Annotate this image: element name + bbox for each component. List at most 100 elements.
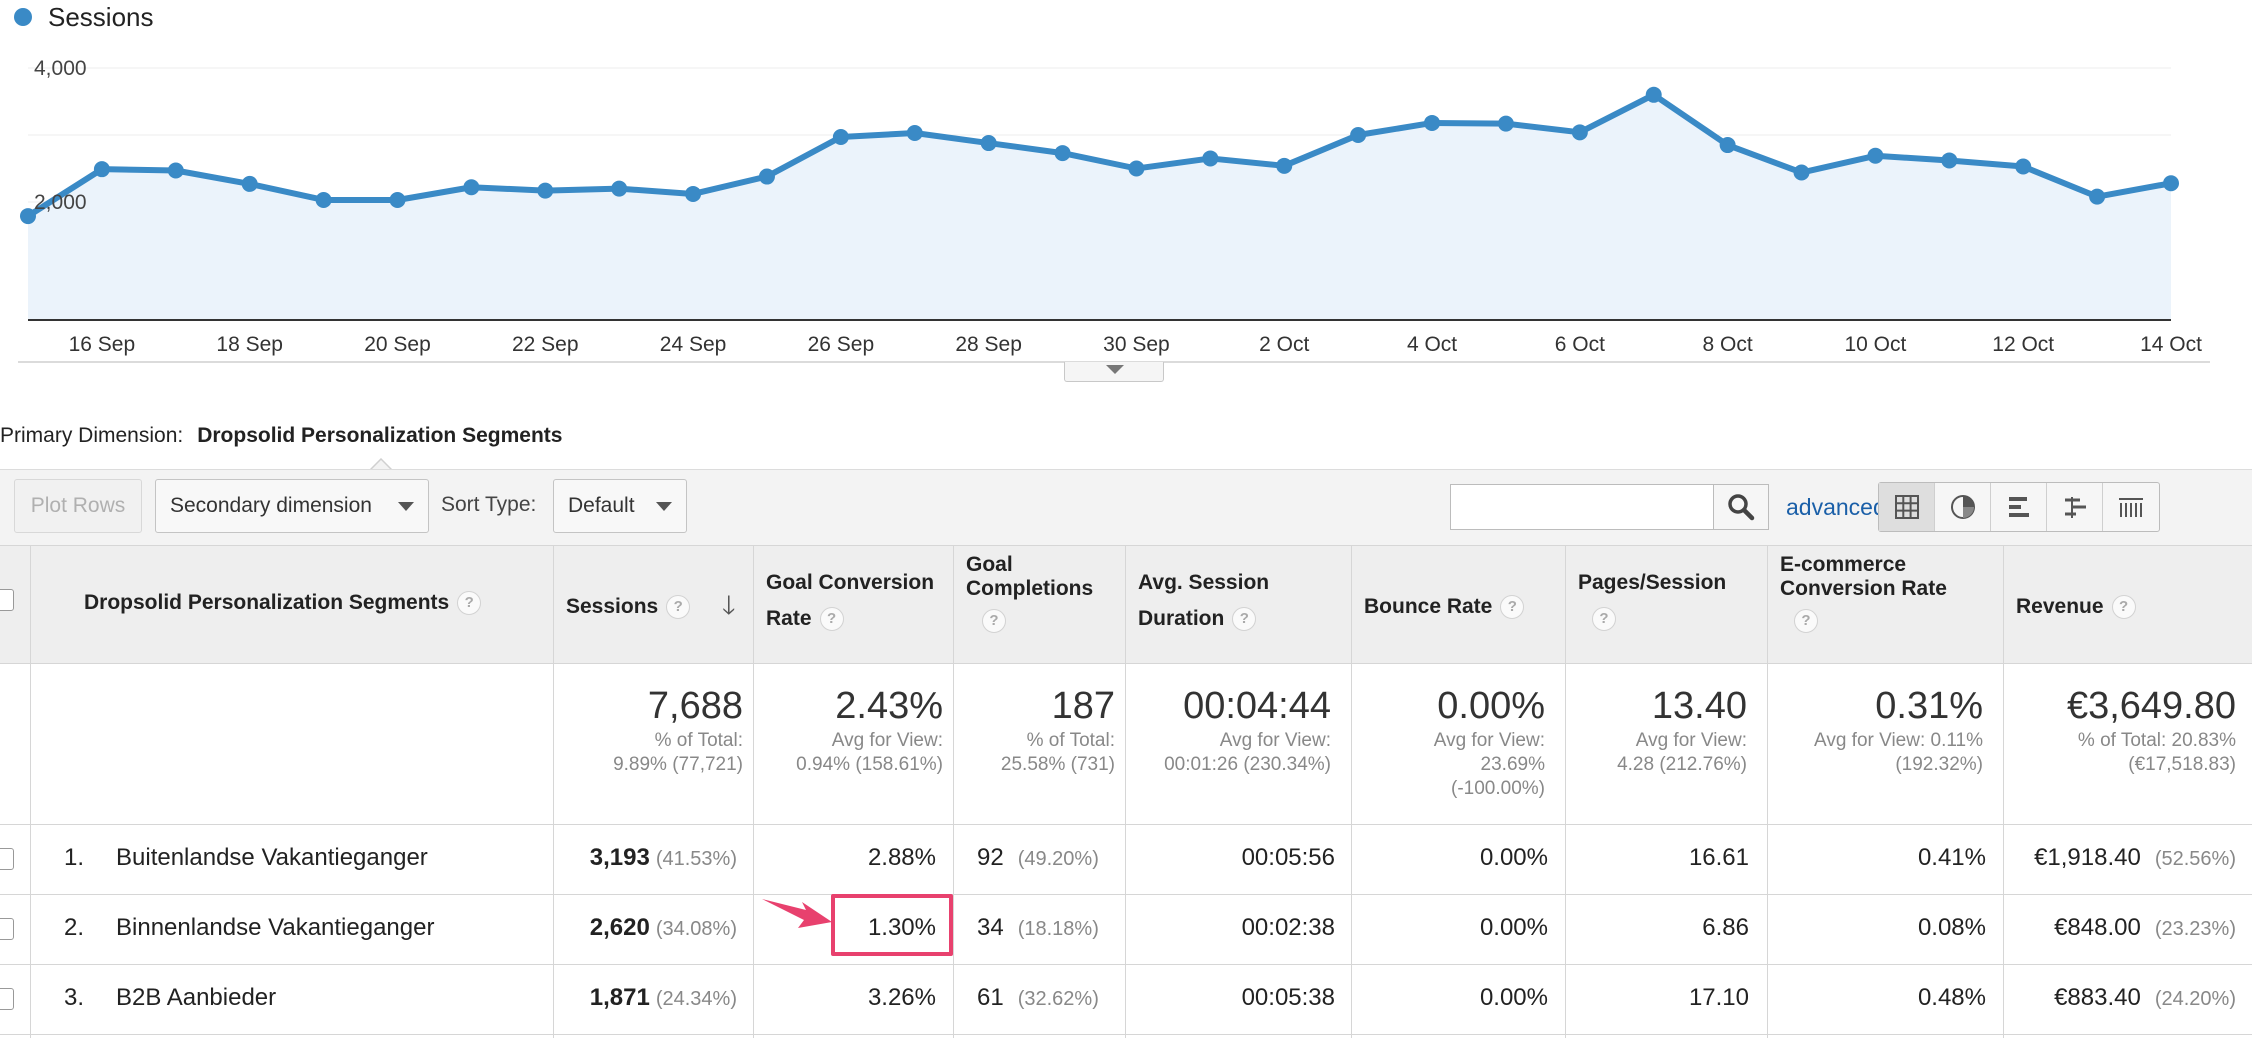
row-goal-completions: 92 (49.20%): [953, 844, 1109, 872]
sessions-line-chart[interactable]: 4,000 2,000 16 Sep 18 Sep 20 Sep 22 Sep 24 Sep…: [0, 0, 2252, 370]
cell-value: €1,918.40: [2034, 844, 2141, 871]
help-icon[interactable]: ?: [2111, 595, 2136, 620]
header-label: Dropsolid Personalization Segments: [84, 591, 450, 614]
primary-dimension-value[interactable]: Dropsolid Personalization Segments: [197, 424, 562, 447]
view-performance-button[interactable]: [1991, 483, 2047, 531]
total-pages-session: 13.40 Avg for View: 4.28 (212.76%): [1565, 683, 1747, 777]
data-point: [832, 129, 849, 146]
header-label: Avg. Session: [1138, 571, 1270, 594]
header-label: Revenue: [2016, 595, 2104, 618]
column-header-goal-conversion-rate[interactable]: Goal Conversion Rate?: [766, 565, 934, 637]
help-icon[interactable]: ?: [1592, 607, 1616, 632]
total-caption: 00:01:26 (230.34%): [1164, 754, 1331, 775]
total-value: 00:04:44: [1183, 685, 1331, 727]
sort-descending-icon[interactable]: 🡓: [722, 587, 736, 631]
data-point: [315, 191, 332, 208]
help-icon[interactable]: ?: [1232, 607, 1257, 632]
total-value: €3,649.80: [2066, 685, 2236, 727]
row-checkbox[interactable]: [0, 988, 14, 1010]
row-segment-name[interactable]: Binnenlandse Vakantieganger: [116, 914, 434, 942]
row-pages-session: 6.86: [1702, 914, 1749, 941]
search-button[interactable]: [1713, 484, 1769, 530]
primary-dimension-label: Primary Dimension:: [0, 424, 184, 447]
x-tick-label: 2 Oct: [1259, 333, 1309, 356]
total-caption: 25.58% (731): [1000, 754, 1115, 775]
row-checkbox[interactable]: [0, 918, 14, 940]
data-point: [980, 135, 997, 152]
total-caption: 23.69%: [1480, 754, 1545, 775]
help-icon[interactable]: ?: [982, 609, 1006, 633]
divider: [753, 545, 754, 1038]
x-tick-label: 14 Oct: [2140, 333, 2202, 356]
cell-percent: (23.23%): [2154, 918, 2236, 940]
cell-percent: (24.34%): [655, 988, 737, 1010]
column-header-sessions[interactable]: Sessions?: [566, 589, 691, 625]
row-checkbox[interactable]: [0, 848, 14, 870]
column-header-ecommerce-conversion-rate[interactable]: E-commerce Conversion Rate ?: [1780, 553, 1947, 633]
plot-rows-button[interactable]: Plot Rows: [14, 479, 142, 533]
table-search-input[interactable]: [1450, 484, 1714, 530]
x-tick-label: 8 Oct: [1703, 333, 1753, 356]
row-goal-completions: 34 (18.18%): [953, 914, 1109, 942]
data-point: [537, 182, 554, 199]
data-point: [1645, 86, 1662, 103]
plot-rows-label: Plot Rows: [30, 494, 126, 517]
divider: [1767, 545, 1768, 1038]
x-tick-label: 22 Sep: [512, 333, 579, 356]
total-value: 0.00%: [1437, 685, 1545, 727]
help-icon[interactable]: ?: [1500, 595, 1525, 620]
row-revenue: €1,918.40 (52.56%): [2003, 844, 2236, 872]
row-pages-session: 16.61: [1688, 844, 1749, 871]
x-tick-label: 20 Sep: [364, 333, 431, 356]
chevron-down-icon: [656, 501, 672, 511]
x-tick-label: 26 Sep: [808, 333, 875, 356]
total-value: 2.43%: [835, 685, 943, 727]
cell-value: 92: [977, 844, 1004, 871]
divider: [0, 663, 2252, 664]
advanced-filter-link[interactable]: advanced: [1786, 494, 1886, 521]
data-point: [685, 185, 702, 202]
view-pie-chart-button[interactable]: [1935, 483, 1991, 531]
row-segment-name[interactable]: Buitenlandse Vakantieganger: [116, 844, 428, 872]
total-caption: (€17,518.83): [2128, 754, 2236, 775]
total-value: 0.31%: [1875, 685, 1983, 727]
total-caption: Avg for View:: [1219, 730, 1331, 751]
cell-percent: (18.18%): [1017, 918, 1099, 940]
help-icon[interactable]: ?: [457, 591, 482, 616]
view-pivot-button[interactable]: [2103, 483, 2159, 531]
view-comparison-button[interactable]: [2047, 483, 2103, 531]
help-icon[interactable]: ?: [1794, 609, 1818, 633]
column-header-revenue[interactable]: Revenue?: [2016, 589, 2136, 625]
sort-type-dropdown[interactable]: Default: [553, 479, 687, 533]
column-header-bounce-rate[interactable]: Bounce Rate?: [1364, 589, 1525, 625]
divider: [1565, 545, 1566, 1038]
row-index: 3.: [64, 984, 85, 1011]
row-sessions: 3,193 (41.53%): [553, 844, 737, 872]
chart-collapse-toggle[interactable]: [1064, 362, 1164, 382]
select-all-checkbox[interactable]: [0, 589, 14, 611]
column-header-avg-session-duration[interactable]: Avg. Session Duration?: [1138, 565, 1269, 637]
data-point: [93, 161, 110, 178]
total-caption: % of Total:: [1026, 730, 1115, 751]
total-caption: (192.32%): [1895, 754, 1983, 775]
secondary-dimension-dropdown[interactable]: Secondary dimension: [155, 479, 429, 533]
cell-percent: (34.08%): [655, 918, 737, 940]
header-label: Rate: [766, 607, 812, 630]
help-icon[interactable]: ?: [819, 607, 844, 632]
x-tick-label: 4 Oct: [1407, 333, 1457, 356]
header-label: Conversion Rate: [1780, 577, 1947, 600]
data-point: [2163, 175, 2179, 192]
view-data-table-button[interactable]: [1879, 483, 1935, 531]
row-bounce-rate: 0.00%: [1479, 914, 1548, 941]
column-header-pages-session[interactable]: Pages/Session ?: [1578, 565, 1726, 637]
column-header-goal-completions[interactable]: Goal Completions ?: [966, 553, 1093, 633]
cell-value: 34: [977, 914, 1004, 941]
column-header-dimension[interactable]: Dropsolid Personalization Segments?: [84, 585, 482, 621]
sort-type-label: Sort Type:: [441, 493, 537, 516]
divider: [0, 1034, 2252, 1035]
data-point: [463, 179, 480, 196]
header-label: Sessions: [566, 595, 659, 618]
total-avg-session-duration: 00:04:44 Avg for View: 00:01:26 (230.34%…: [1125, 683, 1331, 777]
row-segment-name[interactable]: B2B Aanbieder: [116, 984, 276, 1012]
help-icon[interactable]: ?: [666, 595, 691, 620]
